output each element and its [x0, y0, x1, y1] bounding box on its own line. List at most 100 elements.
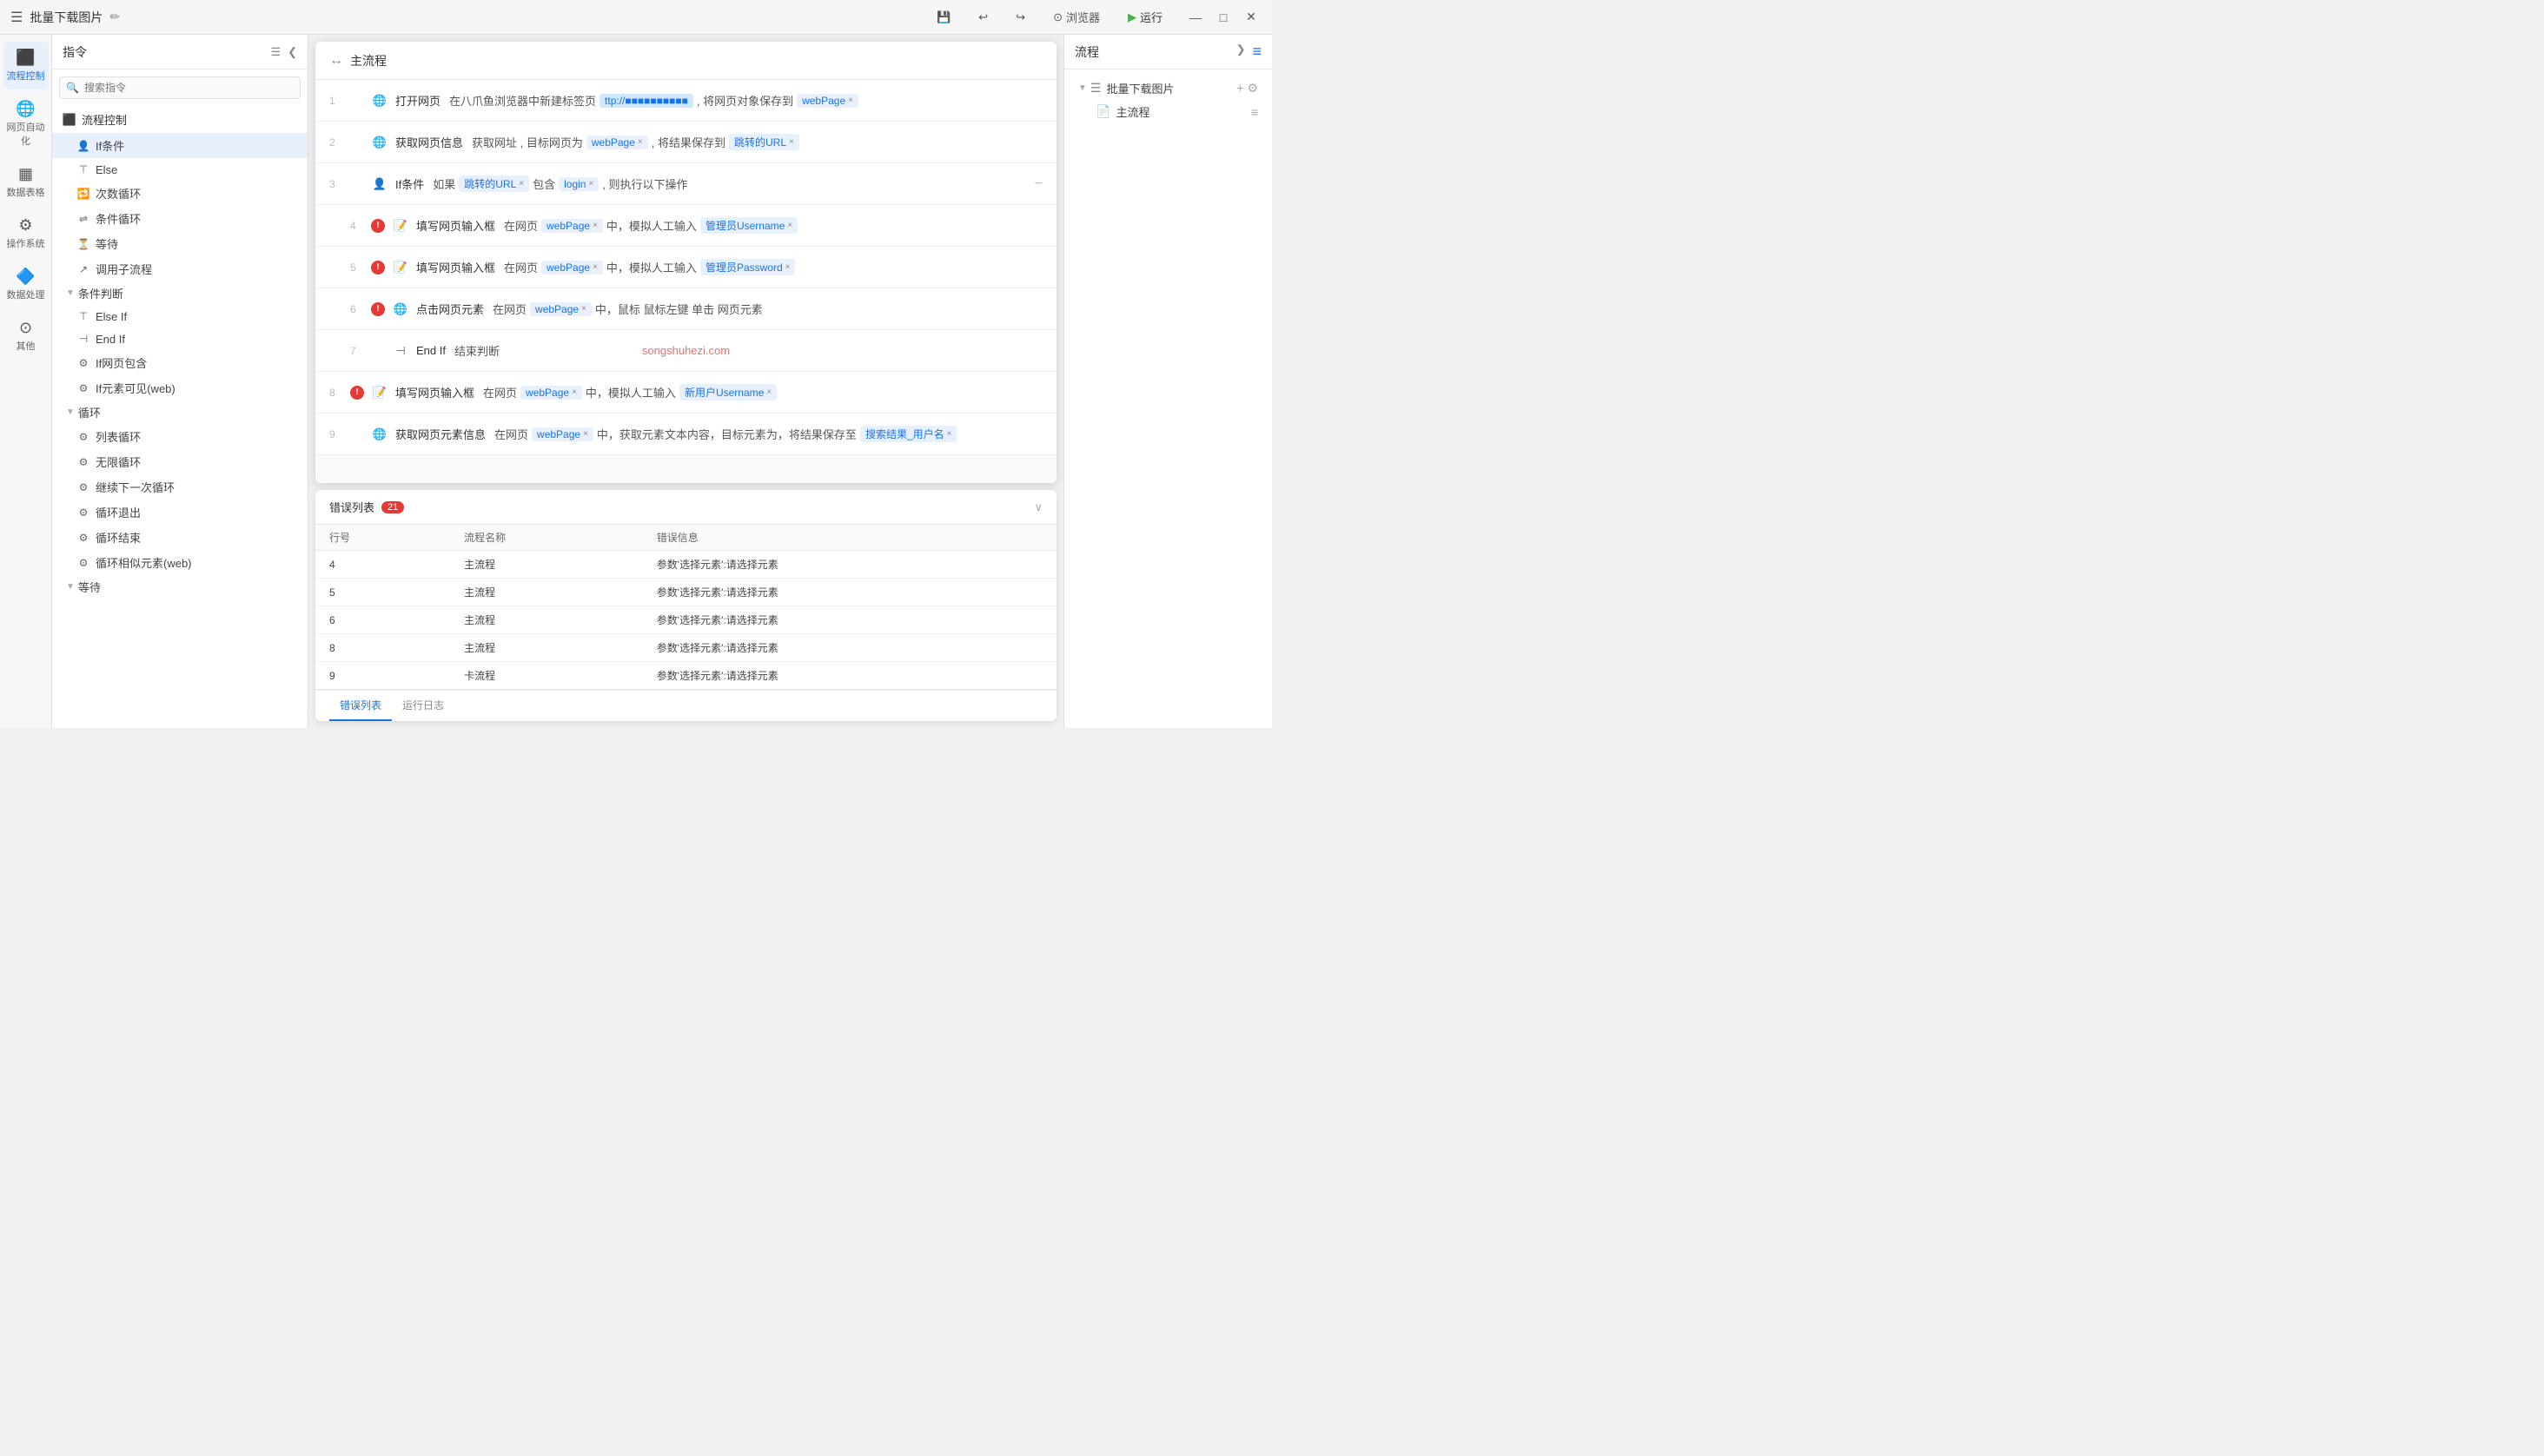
title-bar-center: 💾 ↩ ↪ ⊙ 浏览器 ▶ 运行: [928, 5, 1171, 29]
sidebar-item-if-condition[interactable]: 👤 If条件: [52, 133, 308, 158]
if-tag-2: login ×: [559, 177, 599, 191]
row-2-content: 🌐 获取网页信息 获取网址 , 目标网页为 webPage × , 将结果保存到…: [371, 134, 1043, 151]
redo-button[interactable]: ↪: [1007, 7, 1034, 28]
center-area: ↔ 主流程 1 🌐 打开网页 在八爪鱼浏览器中新建标签页 ttp://■■■■■…: [308, 35, 1063, 728]
tab-error-list[interactable]: 错误列表: [329, 691, 392, 721]
row-6-content: 🌐 点击网页元素 在网页 webPage × 中，鼠标 鼠标左键 单击 网页元素: [392, 301, 1043, 318]
row-num-4: 4: [350, 220, 371, 232]
category-wait[interactable]: ▼ 等待: [52, 575, 308, 599]
sort-icon[interactable]: ☰: [270, 45, 281, 59]
webpage-tag-6: webPage ×: [530, 302, 592, 316]
undo-button[interactable]: ↩: [970, 7, 997, 28]
flow-row-8: 8 ! 📝 填写网页输入框 在网页 webPage × 中，模拟人工输入 新用户…: [315, 372, 1057, 414]
webpage-tag-9: webPage ×: [532, 427, 593, 441]
redirect-url-tag: 跳转的URL ×: [729, 134, 799, 150]
webpage-tag-2: webPage ×: [586, 136, 648, 149]
nav-item-flow-control[interactable]: ⬛ 流程控制: [3, 42, 49, 89]
error-flow: 卡流程: [450, 662, 643, 690]
nav-item-others[interactable]: ⊙ 其他: [3, 312, 49, 360]
sidebar-item-if-element-visible[interactable]: ⚙ If元素可见(web): [52, 375, 308, 400]
right-tree-main-flow-icon: 📄: [1096, 104, 1110, 119]
expand-icon[interactable]: ❯: [1236, 43, 1246, 61]
table-row: 9 卡流程 参数'选择元素':请选择元素: [315, 662, 1057, 690]
loop-arrow: ▼: [66, 407, 75, 417]
sidebar-item-infinite-loop[interactable]: ⚙ 无限循环: [52, 449, 308, 474]
search-result-tag: 搜索结果_用户名 ×: [860, 426, 957, 442]
web-auto-icon: 🌐: [16, 100, 35, 118]
sidebar-item-count-loop[interactable]: 🔁 次数循环: [52, 181, 308, 206]
if-element-visible-icon: ⚙: [76, 381, 90, 395]
right-tree-root[interactable]: ▼ ☰ 批量下载图片 + ⚙: [1071, 76, 1265, 100]
right-tree-main-flow[interactable]: 📄 主流程 ≡: [1089, 100, 1265, 123]
nav-item-web-auto[interactable]: 🌐 网页自动化: [3, 93, 49, 155]
close-button[interactable]: ✕: [1241, 7, 1262, 28]
sidebar-item-cond-loop[interactable]: ⇌ 条件循环: [52, 206, 308, 231]
settings-flow-icon[interactable]: ⚙: [1247, 81, 1258, 96]
row-1-content: 🌐 打开网页 在八爪鱼浏览器中新建标签页 ttp://■■■■■■■■■■ , …: [371, 92, 1043, 109]
instruction-panel-title: 指令: [63, 43, 87, 61]
row-3-icon: 👤: [371, 175, 388, 193]
row-5-error: !: [371, 261, 385, 275]
run-button[interactable]: ▶ 运行: [1119, 5, 1171, 29]
collapse-icon[interactable]: ❮: [288, 45, 297, 59]
right-tree: ▼ ☰ 批量下载图片 + ⚙ 📄 主流程 ≡: [1064, 69, 1272, 130]
table-row: 6 主流程 参数'选择元素':请选择元素: [315, 606, 1057, 634]
section-flow-control-header[interactable]: ⬛ 流程控制: [52, 106, 308, 133]
flow-window-icon: ↔: [329, 53, 343, 69]
main-layout: ⬛ 流程控制 🌐 网页自动化 ▦ 数据表格 ⚙ 操作系统 🔷 数据处理 ⊙ 其他…: [0, 35, 1272, 728]
search-input[interactable]: [59, 76, 301, 99]
sidebar-item-loop-similar-web[interactable]: ⚙ 循环相似元素(web): [52, 550, 308, 575]
error-flow: 主流程: [450, 579, 643, 606]
row-3-minus[interactable]: −: [1035, 176, 1043, 192]
maximize-button[interactable]: □: [1213, 7, 1234, 28]
save-button[interactable]: 💾: [928, 7, 959, 28]
main-flow-settings-icon[interactable]: ≡: [1251, 105, 1258, 119]
row-8-content: 📝 填写网页输入框 在网页 webPage × 中，模拟人工输入 新用户User…: [371, 384, 1043, 401]
search-box: 🔍: [59, 76, 301, 99]
tab-run-log[interactable]: 运行日志: [392, 691, 454, 721]
nav-item-operation-sys[interactable]: ⚙ 操作系统: [3, 209, 49, 257]
error-line: 9: [315, 662, 450, 690]
sidebar-item-call-subflow[interactable]: ↗ 调用子流程: [52, 256, 308, 281]
nav-item-data-process[interactable]: 🔷 数据处理: [3, 261, 49, 308]
sidebar-item-list-loop[interactable]: ⚙ 列表循环: [52, 424, 308, 449]
sidebar-item-end-if[interactable]: ⊣ End If: [52, 328, 308, 350]
sidebar-item-loop-exit[interactable]: ⚙ 循环退出: [52, 500, 308, 525]
edit-icon[interactable]: ✏: [109, 10, 120, 24]
category-condition[interactable]: ▼ 条件判断: [52, 281, 308, 305]
minimize-button[interactable]: —: [1185, 7, 1206, 28]
col-flow: 流程名称: [450, 525, 643, 551]
browser-button[interactable]: ⊙ 浏览器: [1044, 5, 1109, 29]
sidebar-item-else-if[interactable]: ⊤ Else If: [52, 305, 308, 328]
sidebar-content: ⬛ 流程控制 👤 If条件 ⊤ Else 🔁 次数循环 ⇌ 条件循环: [52, 106, 308, 728]
cond-loop-icon: ⇌: [76, 212, 90, 226]
sidebar-item-wait[interactable]: ⏳ 等待: [52, 231, 308, 256]
add-flow-icon[interactable]: +: [1236, 81, 1243, 96]
sidebar-item-continue-loop[interactable]: ⚙ 继续下一次循环: [52, 474, 308, 500]
url-tag: ttp://■■■■■■■■■■: [600, 94, 693, 108]
infinite-loop-icon: ⚙: [76, 455, 90, 469]
right-flow-icon[interactable]: ≡: [1252, 43, 1262, 61]
sidebar-item-loop-end[interactable]: ⚙ 循环结束: [52, 525, 308, 550]
sidebar-item-else[interactable]: ⊤ Else: [52, 158, 308, 181]
flow-row-6: 6 ! 🌐 点击网页元素 在网页 webPage × 中，鼠标 鼠标左键 单击 …: [315, 288, 1057, 330]
error-flow: 主流程: [450, 634, 643, 662]
error-panel-header[interactable]: 错误列表 21 ∨: [315, 490, 1057, 525]
browser-icon: ⊙: [1053, 10, 1063, 24]
row-8-error: !: [350, 386, 364, 400]
instruction-panel-header: 指令 ☰ ❮: [52, 35, 308, 69]
error-message: 参数'选择元素':请选择元素: [643, 606, 1057, 634]
error-count: 21: [381, 501, 404, 513]
search-icon: 🔍: [66, 82, 79, 94]
error-panel-arrow: ∨: [1034, 500, 1043, 514]
save-icon: 💾: [937, 10, 951, 24]
row-1-icon: 🌐: [371, 92, 388, 109]
row-num-7: 7: [350, 345, 371, 357]
nav-item-data-table[interactable]: ▦ 数据表格: [3, 158, 49, 206]
row-2-icon: 🌐: [371, 134, 388, 151]
table-row: 4 主流程 参数'选择元素':请选择元素: [315, 551, 1057, 579]
sidebar-item-if-page-contains[interactable]: ⚙ If网页包含: [52, 350, 308, 375]
admin-password-tag: 管理员Password ×: [700, 259, 796, 275]
category-loop[interactable]: ▼ 循环: [52, 400, 308, 424]
flow-window-header: ↔ 主流程: [315, 42, 1057, 80]
